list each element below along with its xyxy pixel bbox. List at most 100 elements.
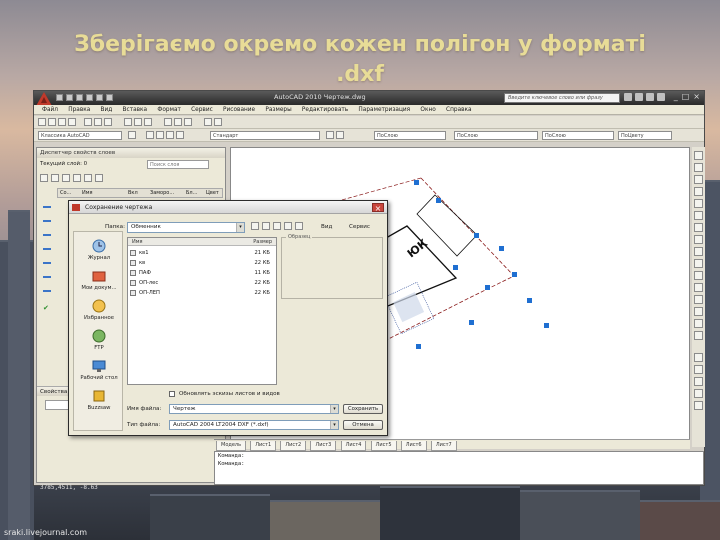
workspace-select[interactable]: Классика AutoCAD <box>38 131 122 140</box>
communication-icon[interactable] <box>635 93 643 101</box>
layer-filter-icon[interactable] <box>43 206 51 208</box>
binoculars-icon[interactable] <box>624 93 632 101</box>
filename-input[interactable]: Чертеж ▾ <box>169 404 339 414</box>
array-icon[interactable] <box>694 199 703 208</box>
col-file-size[interactable]: Размер <box>253 238 272 246</box>
menu-view[interactable]: Вид <box>101 105 113 115</box>
pan-icon[interactable] <box>124 118 132 126</box>
region-icon[interactable] <box>694 377 703 386</box>
new-layer-frozen-icon[interactable] <box>51 174 59 182</box>
tab-layout6[interactable]: Лист6 <box>400 441 427 451</box>
maximize-button[interactable]: □ <box>682 92 690 101</box>
menu-file[interactable]: Файл <box>42 105 58 115</box>
place-desktop[interactable]: Рабочий стол <box>74 358 124 381</box>
copy-object-icon[interactable] <box>694 163 703 172</box>
open-icon[interactable] <box>48 118 56 126</box>
new-icon[interactable] <box>38 118 46 126</box>
properties-icon[interactable] <box>164 118 172 126</box>
calculator-icon[interactable] <box>204 118 212 126</box>
chevron-down-icon[interactable]: ▾ <box>330 405 338 413</box>
workspace-settings-icon[interactable] <box>128 131 136 139</box>
back-icon[interactable] <box>251 222 259 230</box>
file-row[interactable]: кв1 21 КБ <box>130 249 274 257</box>
file-row[interactable]: ПАФ 11 КБ <box>130 269 274 277</box>
col-name[interactable]: Имя <box>82 190 93 196</box>
undo-icon[interactable] <box>86 94 93 101</box>
layer-filter-icon[interactable] <box>43 220 51 222</box>
tool-palettes-icon[interactable] <box>184 118 192 126</box>
mirror-icon[interactable] <box>694 175 703 184</box>
place-history[interactable]: Журнал <box>74 238 124 261</box>
new-folder-icon[interactable] <box>295 222 303 230</box>
help-icon[interactable] <box>214 118 222 126</box>
place-buzzsaw[interactable]: Buzzsaw <box>74 388 124 411</box>
new-layer-icon[interactable] <box>40 174 48 182</box>
menu-format[interactable]: Формат <box>157 105 181 115</box>
explode-icon[interactable] <box>694 331 703 340</box>
delete-layer-icon[interactable] <box>62 174 70 182</box>
move-icon[interactable] <box>694 211 703 220</box>
tab-layout5[interactable]: Лист5 <box>370 441 397 451</box>
layer-previous-icon[interactable] <box>336 131 344 139</box>
tab-layout3[interactable]: Лист3 <box>310 441 337 451</box>
place-ftp[interactable]: FTP <box>74 328 124 351</box>
menu-insert[interactable]: Вставка <box>123 105 148 115</box>
layer-filter-icon[interactable] <box>43 234 51 236</box>
gradient-icon[interactable] <box>694 365 703 374</box>
file-row[interactable]: ОП-лес 22 КБ <box>130 279 274 287</box>
place-favorites[interactable]: Избранное <box>74 298 124 321</box>
file-row[interactable]: ОП-ЛЕП 22 КБ <box>130 289 274 297</box>
delete-icon[interactable] <box>284 222 292 230</box>
menu-window[interactable]: Окно <box>420 105 435 115</box>
menu-dimension[interactable]: Размеры <box>265 105 291 115</box>
erase-icon[interactable] <box>694 151 703 160</box>
menu-modify[interactable]: Редактировать <box>302 105 348 115</box>
make-current-icon[interactable] <box>326 131 334 139</box>
print-icon[interactable] <box>106 94 113 101</box>
file-row[interactable]: кв 22 КБ <box>130 259 274 267</box>
search-input[interactable]: Введите ключевое слово или фразу <box>504 93 620 103</box>
star-icon[interactable] <box>646 93 654 101</box>
break-icon[interactable] <box>694 283 703 292</box>
view-menu[interactable]: Вид <box>321 224 332 230</box>
col-status[interactable]: Со... <box>60 190 71 196</box>
save-button[interactable]: Сохранить <box>343 404 383 414</box>
layer-filter-icon[interactable] <box>43 290 51 292</box>
new-icon[interactable] <box>56 94 63 101</box>
tools-menu[interactable]: Сервис <box>349 224 370 230</box>
plotstyle-select[interactable]: ПоЦвету <box>618 131 672 140</box>
menu-parametric[interactable]: Параметризация <box>358 105 410 115</box>
offset-icon[interactable] <box>694 187 703 196</box>
hatch-icon[interactable] <box>694 353 703 362</box>
zoom-icon[interactable] <box>134 118 142 126</box>
trim-icon[interactable] <box>694 259 703 268</box>
join-icon[interactable] <box>694 295 703 304</box>
save-icon[interactable] <box>76 94 83 101</box>
tab-layout7[interactable]: Лист7 <box>430 441 457 451</box>
paste-icon[interactable] <box>104 118 112 126</box>
up-folder-icon[interactable] <box>262 222 270 230</box>
col-freeze[interactable]: Заморо... <box>150 190 174 196</box>
layer-freeze-icon[interactable] <box>176 131 184 139</box>
rotate-icon[interactable] <box>694 223 703 232</box>
stretch-icon[interactable] <box>694 247 703 256</box>
place-documents[interactable]: Мои докум... <box>74 268 124 291</box>
menu-edit[interactable]: Правка <box>68 105 90 115</box>
folder-combo[interactable]: Обменник ▾ <box>127 222 245 233</box>
minimize-button[interactable]: _ <box>674 92 678 101</box>
redo-icon[interactable] <box>96 94 103 101</box>
search-web-icon[interactable] <box>273 222 281 230</box>
set-current-icon[interactable] <box>73 174 81 182</box>
refresh-icon[interactable] <box>84 174 92 182</box>
help-icon[interactable] <box>657 93 665 101</box>
layer-filter-icon[interactable] <box>43 262 51 264</box>
tab-layout1[interactable]: Лист1 <box>250 441 277 451</box>
zoom-window-icon[interactable] <box>144 118 152 126</box>
menu-tools[interactable]: Сервис <box>191 105 213 115</box>
dialog-close-button[interactable]: × <box>372 203 384 213</box>
layer-state-icon[interactable] <box>156 131 164 139</box>
layer-on-icon[interactable] <box>166 131 174 139</box>
chevron-down-icon[interactable]: ▾ <box>236 223 244 232</box>
settings-icon[interactable] <box>95 174 103 182</box>
menu-help[interactable]: Справка <box>446 105 472 115</box>
